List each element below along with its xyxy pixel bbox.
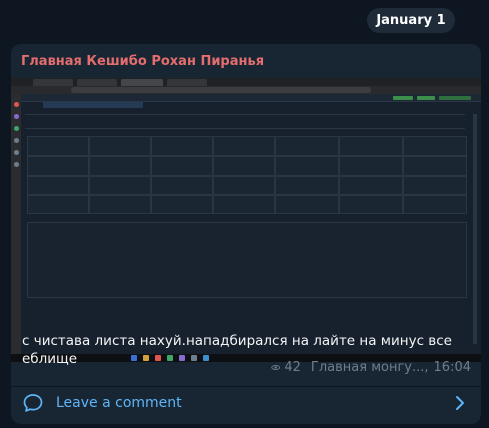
channel-name[interactable]: Главная Кешибо Рохан Пиранья <box>21 54 264 69</box>
chevron-right-icon <box>456 396 464 410</box>
screenshot-image[interactable] <box>11 78 481 362</box>
channel-post: Главная Кешибо Рохан Пиранья с чистава л… <box>11 44 481 424</box>
leave-comment-button[interactable]: Leave a comment <box>11 387 481 424</box>
post-meta: 42 Главная монгу..., 16:04 <box>271 358 471 376</box>
date-label: January 1 <box>376 13 446 28</box>
date-separator: January 1 <box>367 8 455 33</box>
speech-bubble-icon <box>23 394 43 412</box>
eye-icon <box>271 364 281 370</box>
leave-comment-label: Leave a comment <box>56 395 182 411</box>
view-count: 42 <box>284 359 301 375</box>
post-author: Главная монгу..., <box>310 359 429 375</box>
post-time: 16:04 <box>433 359 471 375</box>
